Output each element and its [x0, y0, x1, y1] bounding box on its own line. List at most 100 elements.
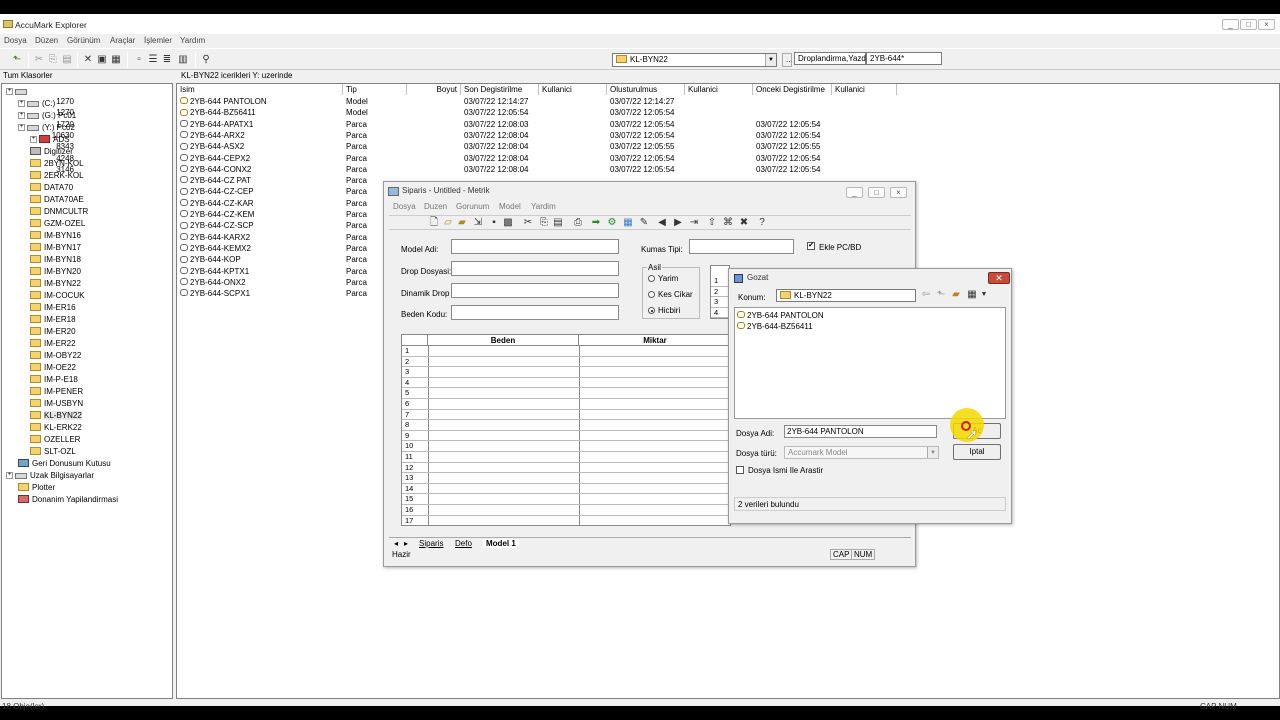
properties-icon[interactable]: ▣ — [95, 53, 109, 67]
grid-row[interactable]: 2 — [402, 356, 730, 368]
columns-icon[interactable]: ▥ — [176, 53, 190, 67]
step-icon[interactable]: ⇥ — [687, 216, 701, 230]
table-row[interactable]: 2YB-644-CEPX2 Parca 4248 03/07/22 12:08:04 0… — [56, 153, 897, 164]
chevron-down-icon[interactable]: ▼ — [927, 447, 938, 458]
menu-araclar[interactable]: Araçlar — [110, 36, 135, 45]
tree-item[interactable]: IM-USBYN — [30, 398, 83, 410]
tree-item[interactable]: Geri Donusum Kutusu — [18, 458, 111, 470]
kumas-tipi-input[interactable] — [689, 239, 794, 254]
paste-icon[interactable]: ▤ — [60, 53, 74, 67]
tree-item[interactable]: KL-ERK22 — [30, 422, 82, 434]
small-grid-row[interactable]: 2 — [711, 287, 729, 298]
next-icon[interactable]: ▶ — [671, 216, 685, 230]
tree-item[interactable]: GZM-OZEL — [30, 218, 85, 230]
dinamik-drop-input[interactable] — [451, 283, 619, 298]
grid-icon[interactable]: ▦ — [621, 216, 635, 230]
tab-model-1[interactable]: Model 1 — [483, 539, 519, 548]
grid-row[interactable]: 7 — [402, 409, 730, 421]
siparis-close[interactable]: × — [890, 187, 907, 198]
save-icon[interactable]: ▪ — [487, 216, 501, 230]
siparis-menu-dosya[interactable]: Dosya — [393, 202, 416, 211]
new-folder-icon[interactable]: ▰ — [949, 288, 963, 302]
search-input[interactable]: 2YB-644* — [866, 52, 942, 65]
details-icon[interactable]: ≣ — [160, 53, 174, 67]
save-as-icon[interactable]: ▩ — [501, 216, 515, 230]
cut-icon[interactable]: ✂ — [521, 216, 535, 230]
table-row[interactable]: 2YB-644-ASX2 Parca 8343 03/07/22 12:08:04 03… — [56, 141, 897, 152]
tree-item[interactable]: OZELLER — [30, 434, 80, 446]
column-header[interactable]: Isim — [177, 84, 343, 95]
grid-row[interactable]: 10 — [402, 441, 730, 452]
menu-duzen[interactable]: Düzen — [35, 36, 58, 45]
tree-item[interactable]: IM-BYN20 — [30, 266, 81, 278]
up-folder-icon[interactable]: ⬑ — [10, 53, 24, 67]
expand-icon[interactable]: + — [18, 124, 25, 132]
table-row[interactable]: 2YB-644-CONX2 Parca 3146 03/07/22 12:08:04 0… — [56, 164, 897, 175]
siparis-menu-duzen[interactable]: Duzen — [424, 202, 447, 211]
tree-item[interactable]: IM-COCUK — [30, 290, 84, 302]
table-row[interactable]: 2YB-644 PANTOLON Model 1270 03/07/22 12:14:… — [56, 96, 897, 107]
small-icons-icon[interactable]: ▫ — [132, 53, 146, 67]
expand-icon[interactable]: + — [6, 88, 13, 96]
paste-icon[interactable]: ▤ — [551, 216, 565, 230]
expand-icon[interactable]: + — [30, 136, 37, 144]
tree-item[interactable]: IM-ER22 — [30, 338, 76, 350]
column-header[interactable]: Kullanici — [832, 84, 897, 95]
grid-row[interactable]: 16 — [402, 505, 730, 516]
grid-row[interactable]: 11 — [402, 452, 730, 463]
tree-item[interactable]: IM-BYN18 — [30, 254, 81, 266]
column-header[interactable]: Son Degistirilme — [461, 84, 539, 95]
tree-item[interactable]: + (C:) — [18, 98, 55, 110]
grid-row[interactable]: 1 — [402, 346, 730, 357]
konum-combo[interactable]: KL-BYN22 — [776, 289, 916, 302]
close-button[interactable]: × — [1258, 19, 1275, 30]
tree-item[interactable]: IM-P-E18 — [30, 374, 78, 386]
siparis-menu-model[interactable]: Model — [499, 202, 521, 211]
chevron-down-icon[interactable]: ▼ — [765, 54, 776, 66]
menu-dosya[interactable]: Dosya — [4, 36, 27, 45]
table-row[interactable]: 2YB-644-APATX1 Parca 1720 03/07/22 12:08:03… — [56, 119, 897, 130]
help-icon[interactable]: ? — [755, 216, 769, 230]
tree-item[interactable]: IM-OBY22 — [30, 350, 81, 362]
small-grid[interactable]: 1234 — [710, 265, 730, 319]
copy-icon[interactable]: ⎘ — [537, 216, 551, 230]
storage-area-combo[interactable]: KL-BYN22 ▼ — [612, 53, 777, 67]
open-icon[interactable]: ▱ — [441, 216, 455, 230]
siparis-maximize[interactable]: □ — [868, 187, 885, 198]
grid-row[interactable]: 8 — [402, 420, 730, 431]
tree-item[interactable]: DATA70AE — [30, 194, 84, 206]
beden-kodu-input[interactable] — [451, 305, 619, 320]
delete-icon[interactable]: ✕ — [81, 53, 95, 67]
copy-icon[interactable]: ⎘ — [46, 53, 60, 67]
tree-item[interactable]: IM-BYN16 — [30, 230, 81, 242]
run-icon[interactable]: ⚙ — [605, 216, 619, 230]
model-adi-input[interactable] — [451, 239, 619, 254]
tab-scroll-left[interactable]: ◂ — [394, 539, 398, 548]
grid-row[interactable]: 12 — [402, 462, 730, 474]
grid-row[interactable]: 14 — [402, 483, 730, 495]
column-header[interactable]: Tip — [343, 84, 407, 95]
dosya-turu-combo[interactable]: Accumark Model ▼ — [784, 446, 939, 459]
tree-item[interactable]: + — [6, 86, 30, 98]
ekle-checkbox[interactable]: ✔ — [807, 242, 815, 250]
column-header[interactable]: Boyut — [407, 84, 461, 95]
beden-miktar-grid[interactable]: Beden Miktar 1 2 3 4 5 6 7 8 9 10 11 12 13 14 15 16 17 — [401, 334, 731, 526]
up-icon[interactable]: ⇧ — [705, 216, 719, 230]
minimize-button[interactable]: _ — [1222, 19, 1239, 30]
search-checkbox[interactable] — [736, 466, 744, 474]
grid-row[interactable]: 15 — [402, 494, 730, 505]
tree-item[interactable]: KL-BYN22 — [30, 410, 82, 422]
iptal-button[interactable]: Iptal — [953, 444, 1001, 460]
tree-item[interactable]: SLT-OZL — [30, 446, 76, 458]
small-grid-row[interactable]: 4 — [711, 308, 729, 318]
grid-row[interactable]: 3 — [402, 367, 730, 378]
tree-item[interactable]: DNMCULTR — [30, 206, 88, 218]
small-grid-row[interactable]: 1 — [711, 276, 729, 287]
find-icon[interactable]: ⚲ — [199, 53, 213, 67]
path-field[interactable]: Droplandirma,Yazdirir — [794, 52, 875, 65]
tree-item[interactable]: Donanim Yapilandirmasi — [18, 494, 118, 506]
tree-item[interactable]: IM-PENER — [30, 386, 83, 398]
mark-icon[interactable]: ⌘ — [721, 216, 735, 230]
edit-icon[interactable]: ✎ — [637, 216, 651, 230]
gozat-close-icon[interactable]: ✕ — [988, 272, 1010, 284]
